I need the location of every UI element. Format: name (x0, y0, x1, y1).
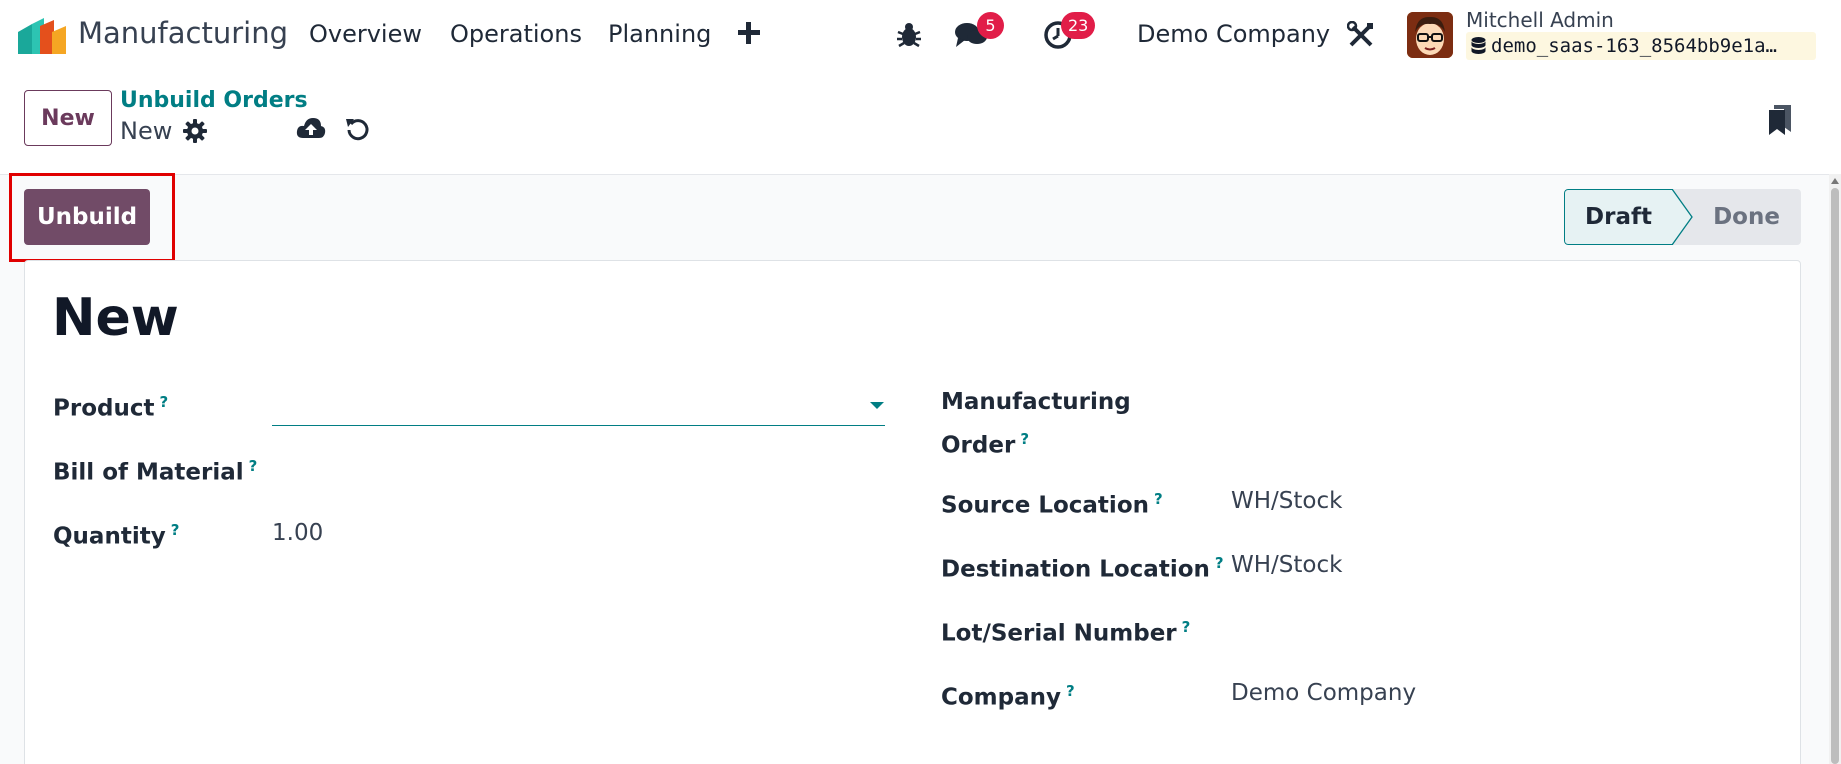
manufacturing-logo-icon[interactable] (18, 18, 66, 54)
status-bar: Draft Done (1564, 189, 1801, 245)
database-icon (1471, 37, 1486, 54)
top-navbar: Manufacturing Overview Operations Planni… (0, 0, 1841, 72)
database-name: demo_saas-163_8564bb9e1a… (1491, 35, 1777, 57)
activities-badge: 23 (1061, 12, 1096, 39)
mo-label-line1: Manufacturing (941, 389, 1131, 415)
avatar[interactable] (1407, 12, 1453, 58)
destination-location-label: Destination Location? (941, 545, 1224, 589)
company-switcher[interactable]: Demo Company (1137, 20, 1330, 48)
menu-operations[interactable]: Operations (450, 20, 582, 48)
gear-icon[interactable] (183, 119, 207, 143)
destination-location-field[interactable]: WH/Stock (1231, 552, 1342, 578)
company-field[interactable]: Demo Company (1231, 680, 1416, 706)
destination-help-tooltip[interactable]: ? (1215, 554, 1224, 572)
scroll-up-icon[interactable] (1831, 178, 1839, 184)
status-arrow-icon (1672, 189, 1693, 245)
user-name[interactable]: Mitchell Admin (1466, 8, 1614, 32)
new-record-button[interactable]: New (24, 90, 112, 146)
destination-location-label-text: Destination Location (941, 556, 1210, 583)
bug-icon[interactable] (896, 20, 922, 48)
source-help-tooltip[interactable]: ? (1154, 490, 1163, 508)
menu-planning[interactable]: Planning (608, 20, 711, 48)
lot-help-tooltip[interactable]: ? (1182, 618, 1191, 636)
scrollbar-thumb[interactable] (1831, 188, 1839, 764)
mo-label-text: Order (941, 432, 1016, 459)
plus-icon[interactable] (736, 20, 762, 46)
breadcrumb-unbuild-orders[interactable]: Unbuild Orders (120, 88, 308, 113)
user-avatar-icon (1407, 12, 1453, 58)
database-tag: demo_saas-163_8564bb9e1a… (1466, 32, 1816, 60)
bom-label: Bill of Material? (53, 448, 257, 492)
quantity-label-text: Quantity (53, 523, 166, 550)
company-label-text: Company (941, 684, 1061, 711)
quantity-field[interactable]: 1.00 (272, 520, 323, 546)
record-title: New (52, 288, 179, 348)
lot-serial-label: Lot/Serial Number? (941, 609, 1190, 653)
form-sheet (24, 260, 1801, 764)
breadcrumb-current: New (120, 117, 173, 145)
scrollbar[interactable] (1829, 174, 1841, 764)
app-name[interactable]: Manufacturing (78, 16, 288, 50)
settings-tools-icon[interactable] (1347, 21, 1375, 49)
chevron-down-icon[interactable] (870, 402, 884, 409)
menu-overview[interactable]: Overview (309, 20, 422, 48)
product-label-text: Product (53, 395, 155, 422)
discard-icon[interactable] (345, 116, 371, 142)
company-help-tooltip[interactable]: ? (1066, 682, 1075, 700)
highlight-box (9, 173, 175, 262)
product-help-tooltip[interactable]: ? (159, 393, 168, 411)
bom-help-tooltip[interactable]: ? (249, 457, 258, 475)
lot-serial-label-text: Lot/Serial Number (941, 620, 1177, 647)
quantity-help-tooltip[interactable]: ? (171, 521, 180, 539)
source-location-label: Source Location? (941, 481, 1163, 525)
bom-label-text: Bill of Material (53, 459, 244, 486)
mo-label-line2: Order? (941, 421, 1029, 465)
source-location-field[interactable]: WH/Stock (1231, 488, 1342, 514)
mo-help-tooltip[interactable]: ? (1020, 430, 1029, 448)
status-draft[interactable]: Draft (1564, 189, 1673, 245)
company-label: Company? (941, 673, 1075, 717)
source-location-label-text: Source Location (941, 492, 1149, 519)
messages-badge: 5 (977, 12, 1004, 39)
quantity-label: Quantity? (53, 512, 179, 556)
bookmark-icon[interactable] (1767, 104, 1793, 136)
status-done[interactable]: Done (1692, 189, 1801, 245)
product-label: Product? (53, 384, 168, 428)
product-field[interactable] (272, 392, 885, 426)
cloud-upload-icon[interactable] (296, 116, 326, 142)
